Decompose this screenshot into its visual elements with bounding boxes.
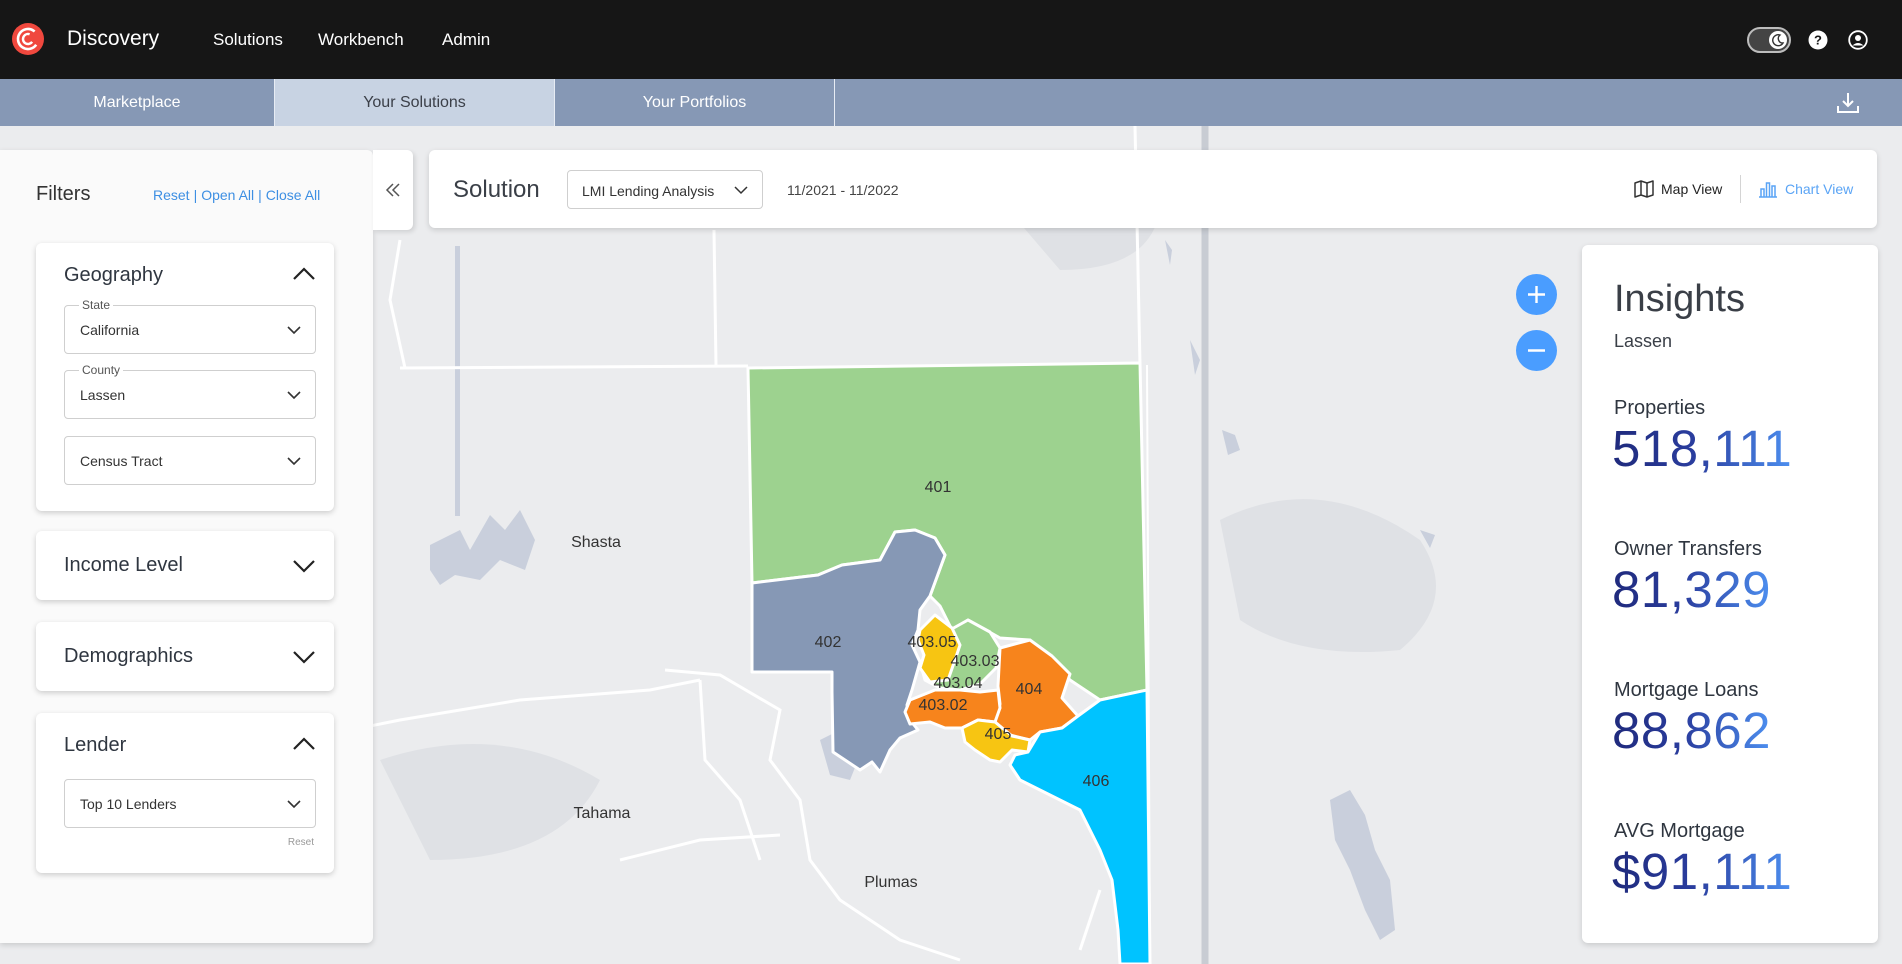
tract-label-404: 404 — [1016, 681, 1043, 698]
income-level-title: Income Level — [64, 554, 183, 576]
view-divider — [1740, 175, 1741, 203]
census-tract-value: Census Tract — [80, 453, 163, 469]
metric-label-avg-mortgage: AVG Mortgage — [1614, 820, 1745, 842]
lender-reset-link[interactable]: Reset — [288, 837, 314, 848]
demographics-title: Demographics — [64, 645, 193, 667]
svg-text:?: ? — [1814, 33, 1822, 48]
county-value: Lassen — [80, 387, 126, 403]
chevron-down-icon[interactable] — [292, 559, 316, 573]
chart-view-button[interactable]: Chart View — [1758, 180, 1853, 198]
tab-your-solutions[interactable]: Your Solutions — [275, 79, 555, 126]
tract-label-403-04: 403.04 — [934, 675, 983, 692]
state-value: California — [80, 322, 140, 338]
metric-value-properties: 518,111 — [1612, 420, 1793, 477]
geography-card: Geography State California County Lassen… — [36, 243, 334, 511]
state-label: State — [79, 298, 114, 312]
metric-value-mortgage-loans: 88,862 — [1612, 702, 1771, 759]
chevron-up-icon[interactable] — [292, 737, 316, 751]
county-label-plumas: Plumas — [864, 874, 917, 891]
metric-label-mortgage-loans: Mortgage Loans — [1614, 679, 1759, 701]
chevron-up-icon[interactable] — [292, 267, 316, 281]
separator: | — [258, 187, 262, 203]
separator: | — [193, 187, 198, 203]
filters-title: Filters — [36, 183, 91, 205]
insights-subtitle: Lassen — [1614, 331, 1673, 351]
help-icon[interactable]: ? — [1808, 30, 1828, 50]
minus-icon — [1528, 349, 1545, 352]
filters-panel: Filters Reset | Open All | Close All Geograp… — [0, 150, 373, 943]
state-select[interactable]: State California — [64, 298, 316, 354]
solution-title: Solution — [453, 176, 540, 203]
county-label-tahama: Tahama — [574, 805, 631, 822]
lender-value: Top 10 Lenders — [80, 796, 177, 812]
solution-select[interactable]: LMI Lending Analysis — [567, 170, 763, 209]
app-title: Discovery — [67, 27, 160, 50]
tract-label-406: 406 — [1083, 773, 1110, 790]
double-chevron-left-icon — [385, 183, 400, 197]
plus-icon — [1528, 286, 1545, 303]
chevron-down-icon — [287, 326, 301, 335]
nav-admin[interactable]: Admin — [442, 30, 490, 50]
nav-workbench[interactable]: Workbench — [318, 30, 404, 50]
tract-label-401: 401 — [925, 479, 952, 496]
lender-title[interactable]: Lender — [64, 734, 126, 757]
user-account-icon[interactable] — [1848, 30, 1868, 50]
solution-select-value: LMI Lending Analysis — [582, 183, 715, 199]
bar-chart-icon — [1759, 182, 1777, 198]
top-bar: Discovery Solutions Workbench Admin ? — [0, 0, 1902, 79]
county-label-shasta: Shasta — [571, 534, 621, 551]
tab-bar: Marketplace Your Solutions Your Portfoli… — [0, 79, 1902, 126]
tract-label-403-03: 403.03 — [951, 653, 1000, 670]
census-tracts[interactable] — [746, 361, 1152, 964]
tab-marketplace[interactable]: Marketplace — [0, 79, 275, 126]
filter-links: Reset | Open All | Close All — [153, 187, 320, 203]
insights-title: Insights — [1614, 278, 1745, 320]
reset-link[interactable]: Reset — [153, 187, 190, 203]
chart-view-label: Chart View — [1785, 181, 1854, 197]
metric-label-properties: Properties — [1614, 397, 1706, 419]
lender-card: Lender Top 10 Lenders Reset — [36, 713, 334, 873]
chevron-down-icon — [287, 391, 301, 400]
map-icon — [1634, 180, 1654, 198]
demographics-card[interactable]: Demographics — [36, 622, 334, 691]
tract-label-405: 405 — [985, 726, 1012, 743]
moon-icon — [1769, 31, 1787, 49]
county-select[interactable]: County Lassen — [64, 363, 316, 419]
tract-label-402: 402 — [815, 634, 842, 651]
download-icon[interactable] — [1835, 90, 1861, 116]
insights-panel: Insights Lassen Properties 518,111 Owner… — [1582, 245, 1878, 943]
tab-your-portfolios[interactable]: Your Portfolios — [555, 79, 835, 126]
logo-icon[interactable] — [12, 23, 44, 55]
date-range: 11/2021 - 11/2022 — [787, 182, 899, 198]
nav-solutions[interactable]: Solutions — [213, 30, 283, 50]
map-view-label: Map View — [1661, 181, 1723, 197]
county-label: County — [79, 363, 124, 377]
zoom-in-button[interactable] — [1516, 274, 1557, 315]
map-view-button[interactable]: Map View — [1634, 180, 1722, 198]
solution-bar: Solution LMI Lending Analysis 11/2021 - … — [429, 150, 1877, 228]
geography-title[interactable]: Geography — [64, 264, 163, 287]
tract-label-403-05: 403.05 — [908, 634, 957, 651]
collapse-filters-button[interactable] — [373, 150, 413, 230]
tract-label-403-02: 403.02 — [919, 697, 968, 714]
chevron-down-icon[interactable] — [292, 650, 316, 664]
lender-select[interactable]: Top 10 Lenders — [64, 779, 316, 828]
chevron-down-icon — [734, 186, 748, 195]
census-tract-select[interactable]: Census Tract — [64, 436, 316, 485]
income-level-card[interactable]: Income Level — [36, 531, 334, 600]
metric-value-owner-transfers: 81,329 — [1612, 561, 1771, 618]
chevron-down-icon — [287, 800, 301, 809]
open-all-link[interactable]: Open All — [201, 187, 254, 203]
metric-value-avg-mortgage: $91,111 — [1612, 843, 1793, 900]
metric-label-owner-transfers: Owner Transfers — [1614, 538, 1762, 560]
close-all-link[interactable]: Close All — [266, 187, 320, 203]
zoom-out-button[interactable] — [1516, 330, 1557, 371]
dark-mode-toggle[interactable] — [1747, 27, 1791, 53]
chevron-down-icon — [287, 457, 301, 466]
